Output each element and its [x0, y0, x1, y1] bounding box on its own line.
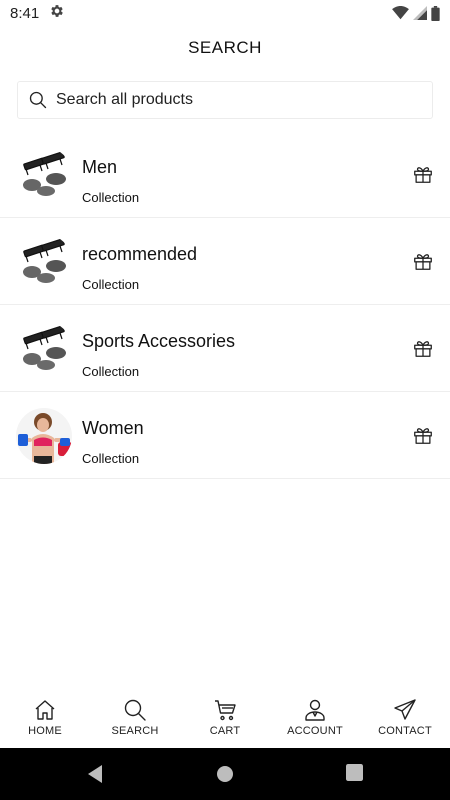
- nav-cart[interactable]: CART: [180, 690, 270, 748]
- gift-icon[interactable]: [412, 337, 434, 359]
- list-item-women[interactable]: Women Collection: [0, 392, 450, 479]
- status-right: [392, 5, 440, 21]
- nav-label: SEARCH: [111, 725, 159, 737]
- header: SEARCH: [0, 26, 450, 70]
- item-subtitle: Collection: [82, 451, 140, 466]
- item-subtitle: Collection: [82, 364, 140, 379]
- list-item-men[interactable]: Men Collection: [0, 131, 450, 218]
- nav-account[interactable]: ACCOUNT: [270, 690, 360, 748]
- bottom-nav: HOME SEARCH CART ACCOUNT CONTACT: [0, 690, 450, 748]
- search-screen: 8:41 SEARCH Search all products Men Coll…: [0, 0, 450, 800]
- item-subtitle: Collection: [82, 190, 140, 205]
- push-up-bars-image: [16, 234, 72, 290]
- collection-list: Men Collection recommended Collection Sp…: [0, 131, 450, 479]
- paper-plane-icon: [394, 699, 416, 720]
- item-title: Sports Accessories: [82, 331, 236, 351]
- gift-icon[interactable]: [412, 424, 434, 446]
- search-input[interactable]: [56, 91, 416, 109]
- search-icon: [28, 90, 48, 110]
- list-item-sports-accessories[interactable]: Sports Accessories Collection: [0, 305, 450, 392]
- system-nav-bar: [0, 748, 450, 800]
- status-time: 8:41: [10, 4, 40, 22]
- signal-icon: [413, 6, 427, 20]
- item-title: Women: [82, 418, 144, 438]
- woman-with-dumbbells-image: [16, 408, 72, 464]
- cart-icon: [215, 700, 236, 721]
- item-title: Men: [82, 157, 118, 177]
- wifi-icon: [392, 6, 409, 20]
- back-icon[interactable]: [86, 764, 106, 784]
- item-subtitle: Collection: [82, 277, 140, 292]
- push-up-bars-image: [16, 147, 72, 203]
- gift-icon[interactable]: [412, 250, 434, 272]
- home-circle-icon[interactable]: [216, 764, 236, 784]
- nav-contact[interactable]: CONTACT: [360, 690, 450, 748]
- recents-icon[interactable]: [346, 764, 366, 784]
- nav-label: CONTACT: [378, 725, 432, 737]
- gear-icon: [49, 3, 65, 23]
- status-bar: 8:41: [0, 0, 450, 26]
- nav-label: CART: [209, 725, 241, 737]
- gift-icon[interactable]: [412, 163, 434, 185]
- list-item-recommended[interactable]: recommended Collection: [0, 218, 450, 305]
- account-icon: [305, 699, 325, 721]
- nav-label: HOME: [28, 725, 62, 737]
- item-title: recommended: [82, 244, 198, 264]
- search-icon: [124, 699, 146, 721]
- nav-label: ACCOUNT: [287, 725, 343, 737]
- home-icon: [35, 700, 55, 720]
- battery-icon: [431, 5, 440, 21]
- page-title: SEARCH: [188, 38, 262, 57]
- nav-home[interactable]: HOME: [0, 690, 90, 748]
- nav-search[interactable]: SEARCH: [90, 690, 180, 748]
- push-up-bars-image: [16, 321, 72, 377]
- status-left: 8:41: [10, 3, 65, 23]
- search-box[interactable]: [17, 81, 433, 119]
